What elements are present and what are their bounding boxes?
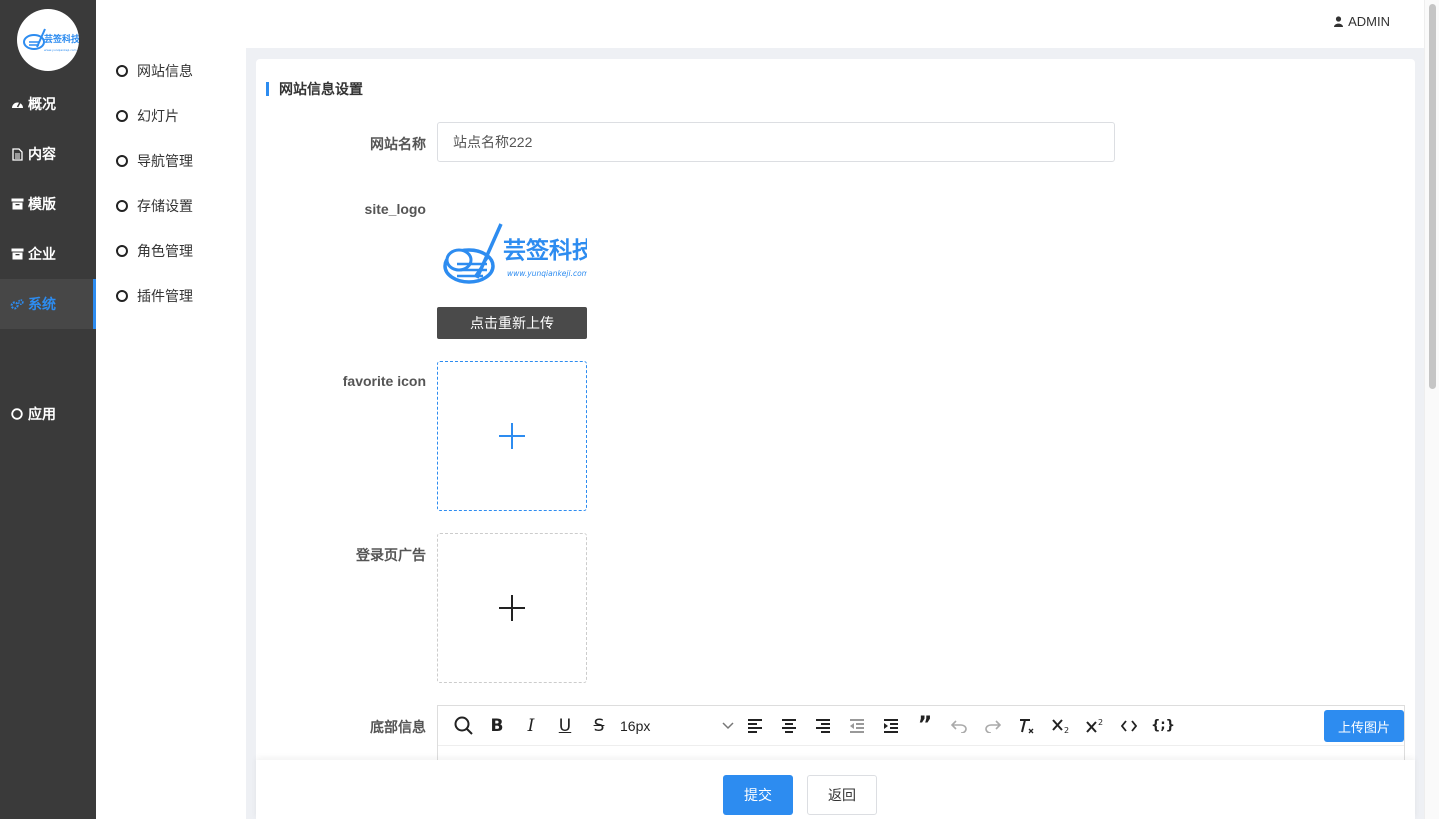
sub-navigation: 网站信息 幻灯片 导航管理 存储设置 角色管理 插件管理 (96, 0, 246, 819)
favicon-upload[interactable] (437, 361, 587, 511)
search-icon[interactable] (446, 711, 480, 741)
cogs-icon (10, 297, 24, 311)
circle-icon (116, 244, 128, 257)
sidebar-item-label: 系统 (28, 296, 56, 312)
subnav-item-site-info[interactable]: 网站信息 (96, 48, 246, 93)
top-header: ADMIN (246, 0, 1424, 48)
svg-text:www.yunqiankeji.com: www.yunqiankeji.com (507, 269, 587, 278)
login-ad-label: 登录页广告 (356, 547, 426, 563)
outdent-icon[interactable] (840, 711, 874, 741)
back-button[interactable]: 返回 (807, 775, 877, 815)
upload-image-button[interactable]: 上传图片 (1324, 710, 1404, 742)
brand-logo[interactable]: 芸签科技 www.yunqiankeji.com (17, 9, 79, 71)
footer-info-label: 底部信息 (370, 719, 426, 735)
subnav-item-roles[interactable]: 角色管理 (96, 228, 246, 273)
redo-icon[interactable] (976, 711, 1010, 741)
font-size-select[interactable]: 16px (616, 711, 738, 741)
code-block-icon[interactable]: {;} (1146, 711, 1180, 741)
circle-icon (10, 407, 24, 421)
chevron-down-icon (722, 721, 734, 729)
indent-icon[interactable] (874, 711, 908, 741)
code-icon[interactable] (1112, 711, 1146, 741)
plus-icon (499, 423, 525, 449)
subscript-icon[interactable]: 2 (1044, 711, 1078, 741)
blockquote-icon[interactable]: ” (908, 711, 942, 741)
circle-icon (116, 64, 128, 77)
plus-icon (499, 595, 525, 621)
italic-icon[interactable]: I (514, 711, 548, 741)
svg-text:2: 2 (1064, 726, 1069, 734)
subnav-item-label: 角色管理 (137, 242, 193, 259)
form-action-bar: 提交 返回 (256, 760, 1415, 819)
editor-toolbar: B I U S 16px ” 2 2 {;} 上传图片 (438, 706, 1404, 746)
settings-card: 网站信息设置 网站名称 site_logo 芸签科技 www.yunqianke… (256, 59, 1415, 819)
user-menu[interactable]: ADMIN (1334, 14, 1390, 29)
archive-icon (10, 247, 24, 261)
site-name-label: 网站名称 (370, 136, 426, 152)
logo-image: 芸签科技 www.yunqiankeji.com (443, 223, 596, 284)
sidebar-item-apps[interactable]: 应用 (0, 389, 96, 439)
sidebar-item-system[interactable]: 系统 (0, 279, 96, 329)
sidebar-item-overview[interactable]: 概况 (0, 79, 96, 129)
user-icon (1334, 16, 1344, 27)
underline-icon[interactable]: U (548, 711, 582, 741)
circle-icon (116, 199, 128, 212)
circle-icon (116, 109, 128, 122)
clear-format-icon[interactable] (1010, 711, 1044, 741)
logo-icon: 芸签科技 www.yunqiankeji.com (23, 28, 79, 52)
subnav-item-storage[interactable]: 存储设置 (96, 183, 246, 228)
subnav-item-label: 插件管理 (137, 287, 193, 304)
sidebar-item-label: 模版 (28, 196, 56, 212)
login-ad-upload[interactable] (437, 533, 587, 683)
svg-text:芸签科技: 芸签科技 (503, 237, 587, 264)
align-left-icon[interactable] (738, 711, 772, 741)
page-title: 网站信息设置 (266, 79, 363, 99)
main-sidebar: 芸签科技 www.yunqiankeji.com 概况 内容 模版 企业 系统 (0, 0, 96, 819)
subnav-item-navigation[interactable]: 导航管理 (96, 138, 246, 183)
sidebar-item-label: 概况 (28, 96, 56, 112)
sidebar-item-label: 内容 (28, 146, 56, 162)
svg-text:2: 2 (1098, 718, 1103, 727)
svg-text:芸签科技: 芸签科技 (44, 33, 79, 45)
sidebar-item-label: 企业 (28, 246, 56, 262)
sidebar-item-content[interactable]: 内容 (0, 129, 96, 179)
strikethrough-icon[interactable]: S (582, 711, 616, 741)
subnav-item-plugins[interactable]: 插件管理 (96, 273, 246, 318)
page-scrollbar[interactable] (1424, 0, 1439, 819)
site-logo-label: site_logo (364, 201, 426, 217)
subnav-item-slides[interactable]: 幻灯片 (96, 93, 246, 138)
align-right-icon[interactable] (806, 711, 840, 741)
font-size-value: 16px (620, 717, 651, 734)
page-title-text: 网站信息设置 (279, 81, 363, 97)
circle-icon (116, 154, 128, 167)
bold-icon[interactable]: B (480, 711, 514, 741)
dashboard-icon (10, 97, 24, 111)
svg-text:www.yunqiankeji.com: www.yunqiankeji.com (44, 48, 77, 52)
undo-icon[interactable] (942, 711, 976, 741)
sidebar-item-enterprise[interactable]: 企业 (0, 229, 96, 279)
scrollbar-thumb[interactable] (1429, 4, 1436, 389)
username: ADMIN (1348, 14, 1390, 29)
sidebar-item-label: 应用 (28, 406, 56, 422)
sidebar-item-template[interactable]: 模版 (0, 179, 96, 229)
favicon-label: favorite icon (342, 373, 426, 389)
subnav-item-label: 幻灯片 (137, 107, 179, 124)
submit-button[interactable]: 提交 (723, 775, 793, 815)
site-name-input[interactable] (437, 122, 1115, 162)
archive-icon (10, 197, 24, 211)
subnav-item-label: 存储设置 (137, 197, 193, 214)
title-accent-bar (266, 82, 269, 96)
subnav-item-label: 导航管理 (137, 152, 193, 169)
subnav-item-label: 网站信息 (137, 62, 193, 79)
site-logo-preview: 芸签科技 www.yunqiankeji.com (437, 216, 596, 306)
superscript-icon[interactable]: 2 (1078, 711, 1112, 741)
document-icon (10, 147, 24, 161)
circle-icon (116, 289, 128, 302)
align-center-icon[interactable] (772, 711, 806, 741)
reupload-logo-button[interactable]: 点击重新上传 (437, 307, 587, 339)
